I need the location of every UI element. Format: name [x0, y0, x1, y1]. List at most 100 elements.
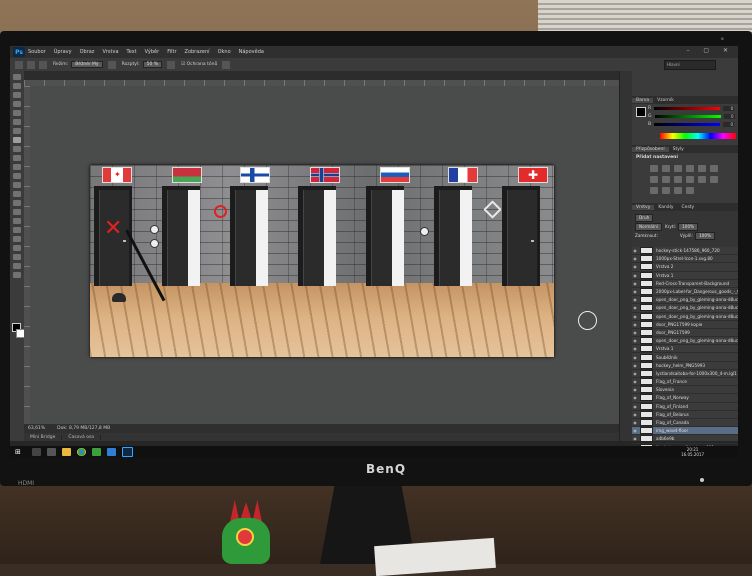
mode-select[interactable]: Běžné/ Mý [71, 61, 103, 68]
menu-view[interactable]: Zobrazení [185, 49, 210, 55]
screen-mode-icon[interactable] [13, 272, 21, 278]
layer-row[interactable]: ◉ open_door_png_by_gleming-anna-d8uc [632, 312, 738, 321]
color-panel-swatch[interactable] [636, 107, 646, 117]
eye-icon[interactable]: ◉ [632, 371, 638, 376]
tab-swatches[interactable]: Vzorník [653, 98, 678, 103]
hue-icon[interactable] [710, 165, 718, 172]
eye-icon[interactable]: ◉ [632, 264, 638, 269]
menu-filter[interactable]: Filtr [167, 49, 176, 55]
menu-image[interactable]: Obraz [80, 49, 95, 55]
clone-stamp-tool-icon[interactable] [13, 146, 21, 152]
eye-icon[interactable]: ◉ [632, 436, 638, 441]
app-icon[interactable] [92, 448, 101, 456]
threshold-icon[interactable] [662, 187, 670, 194]
layer-row[interactable]: ◉ Vrstva 1 [632, 271, 738, 280]
eye-icon[interactable]: ◉ [632, 314, 638, 319]
layer-row[interactable]: ◉ Flag_of_Canada [632, 419, 738, 428]
windows-start-icon[interactable]: ⊞ [15, 448, 23, 456]
crop-tool-icon[interactable] [13, 110, 21, 116]
eye-icon[interactable]: ◉ [632, 297, 638, 302]
brightness-icon[interactable] [650, 165, 658, 172]
eye-icon[interactable]: ◉ [632, 395, 638, 400]
color-lookup-icon[interactable] [698, 176, 706, 183]
extra-tools-icon[interactable] [13, 254, 21, 260]
color-balance-icon[interactable] [650, 176, 658, 183]
layer-row[interactable]: ◉ Slovenia [632, 386, 738, 395]
menu-window[interactable]: Okno [218, 49, 231, 55]
channel-r-value[interactable]: 0 [723, 105, 735, 111]
layer-filter-kind[interactable]: Druh [635, 213, 654, 222]
gradient-tool-icon[interactable] [13, 173, 21, 179]
eye-icon[interactable]: ◉ [632, 281, 638, 286]
layer-row[interactable]: ◉ Flag_of_Belarus [632, 410, 738, 419]
eye-icon[interactable]: ◉ [632, 412, 638, 417]
collapsed-panel-strip[interactable] [620, 71, 632, 441]
hand-tool-icon[interactable] [13, 236, 21, 242]
eye-icon[interactable]: ◉ [632, 305, 638, 310]
blur-tool-icon[interactable] [13, 182, 21, 188]
opacity-pressure-icon[interactable] [107, 60, 116, 69]
quick-select-tool-icon[interactable] [13, 101, 21, 107]
menu-layer[interactable]: Vrstva [102, 49, 118, 55]
eye-icon[interactable]: ◉ [632, 428, 638, 433]
chrome-icon[interactable] [77, 448, 86, 456]
tab-channels[interactable]: Kanály [654, 205, 677, 210]
brush-tool-icon[interactable] [15, 60, 23, 69]
tab-paths[interactable]: Cesty [678, 205, 699, 210]
menu-type[interactable]: Text [127, 49, 137, 55]
menu-edit[interactable]: Úpravy [54, 49, 72, 55]
black-white-icon[interactable] [662, 176, 670, 183]
layer-row[interactable]: ◉ Vrstva 2 [632, 263, 738, 272]
eye-icon[interactable]: ◉ [632, 330, 638, 335]
layer-row[interactable]: ◉ open_door_png_by_gleming-anna-d8uc [632, 304, 738, 313]
folder-icon[interactable] [62, 448, 71, 456]
photo-filter-icon[interactable] [674, 176, 682, 183]
channel-r-slider[interactable] [654, 106, 721, 110]
layer-row[interactable]: ◉ Vrstva 1 [632, 345, 738, 354]
eye-icon[interactable]: ◉ [632, 420, 638, 425]
eyedropper-tool-icon[interactable] [13, 119, 21, 125]
menu-help[interactable]: Nápověda [239, 49, 264, 55]
menu-file[interactable]: Soubor [28, 49, 46, 55]
move-tool-icon[interactable] [13, 74, 21, 80]
layer-row[interactable]: ◉ Flag_of_Norway [632, 394, 738, 403]
vibrance-icon[interactable] [698, 165, 706, 172]
zoom-tool-icon[interactable] [13, 245, 21, 251]
layer-row[interactable]: ◉ hockey_helm_PNG5993 [632, 361, 738, 370]
marquee-tool-icon[interactable] [13, 83, 21, 89]
eye-icon[interactable]: ◉ [632, 248, 638, 253]
system-clock[interactable]: 20:21 16.05.2017 [681, 447, 704, 457]
lasso-tool-icon[interactable] [13, 92, 21, 98]
eye-icon[interactable]: ◉ [632, 363, 638, 368]
tab-styles[interactable]: Styly [669, 147, 688, 152]
eye-icon[interactable]: ◉ [632, 387, 638, 392]
history-brush-tool-icon[interactable] [13, 155, 21, 161]
invert-icon[interactable] [710, 176, 718, 183]
exposure-icon[interactable] [686, 165, 694, 172]
selective-color-icon[interactable] [686, 187, 694, 194]
eye-icon[interactable]: ◉ [632, 338, 638, 343]
color-spectrum[interactable] [660, 133, 736, 139]
brush-tool-icon[interactable] [13, 137, 21, 143]
pen-tool-icon[interactable] [13, 200, 21, 206]
tab-timeline[interactable]: Časová osa [62, 434, 102, 440]
channel-g-slider[interactable] [654, 114, 721, 118]
layer-row[interactable]: ◉ 2000px-Label-for_Dangerous_goods_-_C [632, 288, 738, 297]
zoom-level[interactable]: 63,61% [28, 426, 45, 431]
menu-select[interactable]: Výběr [145, 49, 160, 55]
type-tool-icon[interactable] [13, 209, 21, 215]
layer-row[interactable]: ◉ open_door_png_by_gleming-anna-d8uc [632, 337, 738, 346]
channel-g-value[interactable]: 0 [723, 113, 735, 119]
eraser-tool-icon[interactable] [13, 164, 21, 170]
brush-panel-icon[interactable] [39, 60, 47, 69]
eye-icon[interactable]: ◉ [632, 322, 638, 327]
gradient-map-icon[interactable] [674, 187, 682, 194]
layer-row[interactable]: ◉ 1000px-Strel-Icon-1.svg.80 [632, 255, 738, 264]
tab-layers[interactable]: Vrstvy [632, 204, 655, 210]
posterize-icon[interactable] [650, 187, 658, 194]
eye-icon[interactable]: ◉ [632, 346, 638, 351]
tab-adjustments[interactable]: Přizpůsobení [632, 146, 669, 152]
layer-opacity-input[interactable]: 100% [678, 222, 699, 231]
layer-row[interactable]: ◉ door_PNG17599 kopie [632, 320, 738, 329]
eye-icon[interactable]: ◉ [632, 404, 638, 409]
